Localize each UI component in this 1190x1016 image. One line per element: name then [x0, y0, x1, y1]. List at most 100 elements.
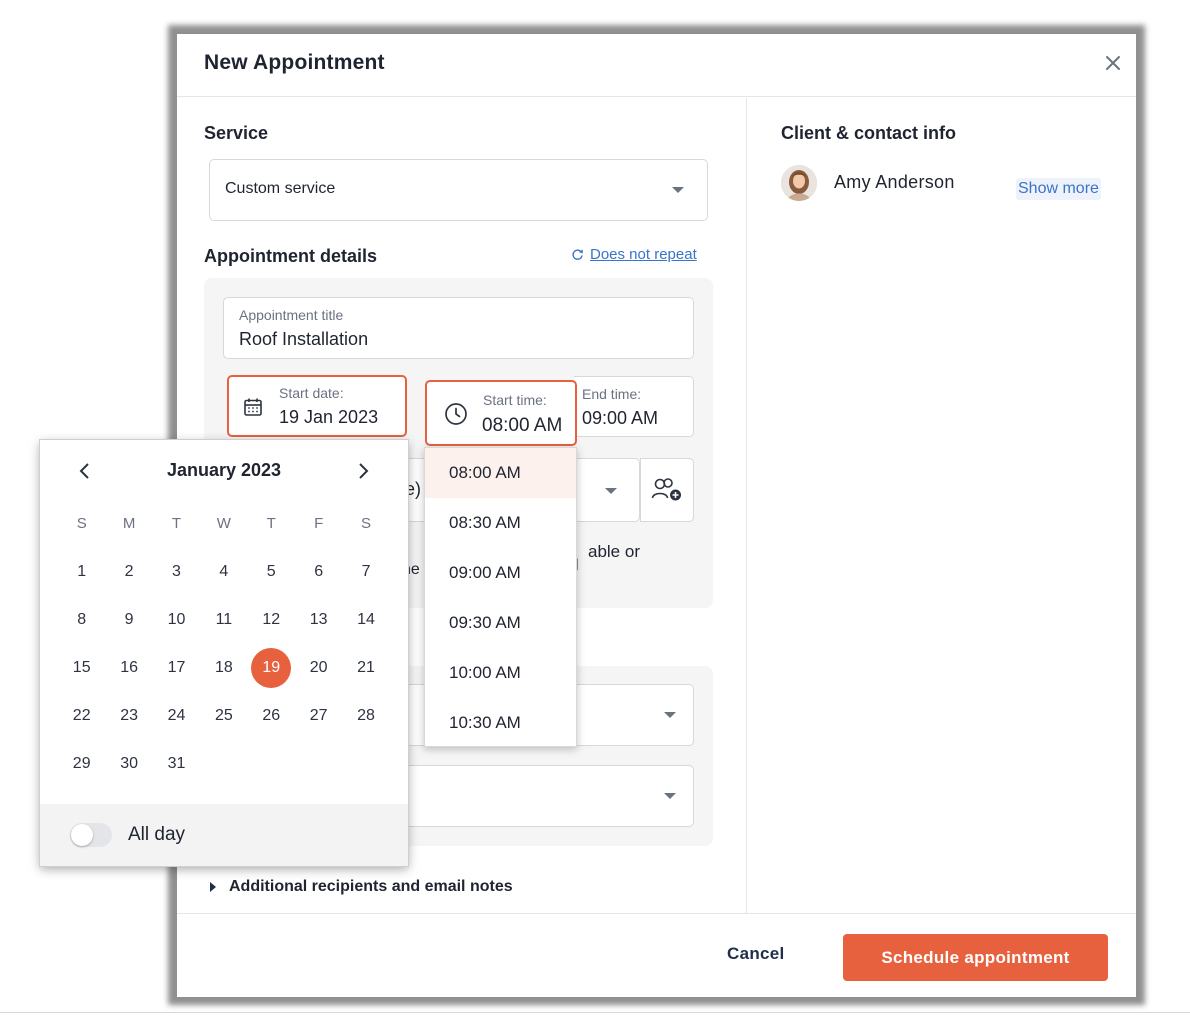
calendar-day-number: 14: [357, 611, 375, 628]
toggle-knob: [71, 824, 93, 846]
calendar-day-number: 12: [262, 611, 281, 628]
calendar-day[interactable]: 23: [105, 696, 152, 736]
calendar-day[interactable]: 2: [105, 552, 152, 592]
start-date-field[interactable]: Start date: 19 Jan 2023: [227, 375, 407, 437]
calendar-day-number: 18: [214, 659, 233, 676]
next-month-button[interactable]: [352, 460, 374, 482]
start-date-value: 19 Jan 2023: [279, 407, 379, 427]
end-time-field[interactable]: End time: 09:00 AM: [574, 376, 694, 437]
calendar-day-number: 5: [266, 563, 276, 580]
close-button[interactable]: [1102, 52, 1124, 74]
calendar-day[interactable]: 20: [295, 648, 342, 688]
service-value: Custom service: [225, 180, 336, 197]
calendar-day-number: 10: [167, 611, 186, 628]
calendar-day[interactable]: 26: [248, 696, 295, 736]
calendar-day[interactable]: 7: [342, 552, 389, 592]
calendar-day[interactable]: 15: [58, 648, 105, 688]
appointment-title-label: Appointment title: [239, 307, 344, 323]
calendar-day[interactable]: 29: [58, 744, 105, 784]
calendar-day[interactable]: 27: [295, 696, 342, 736]
calendar-empty-cell: [342, 744, 389, 784]
client-name: Amy Anderson: [834, 172, 955, 192]
schedule-appointment-button[interactable]: Schedule appointment: [843, 934, 1108, 981]
calendar-day-number: 11: [215, 611, 233, 628]
calendar-day[interactable]: 17: [153, 648, 200, 688]
calendar-day[interactable]: 30: [105, 744, 152, 784]
calendar-day-number: 26: [262, 707, 281, 724]
repeat-link-text: Does not repeat: [590, 246, 697, 263]
calendar-day[interactable]: 24: [153, 696, 200, 736]
chevron-down-icon: [664, 712, 676, 718]
end-time-value: 09:00 AM: [582, 408, 659, 428]
calendar-day[interactable]: 18: [200, 648, 247, 688]
calendar-day[interactable]: 28: [342, 696, 389, 736]
avatar: [781, 165, 817, 201]
calendar-grid: S M T W T F S 1 2 3 4 5 6 7 8 9 10 11 12 13 14 15 16 17 1…: [58, 500, 390, 788]
appointment-title-field[interactable]: Appointment title Roof Installation: [223, 297, 694, 359]
calendar-day-number: 30: [120, 755, 138, 772]
calendar-day[interactable]: 14: [342, 600, 389, 640]
calendar-day[interactable]: 21: [342, 648, 389, 688]
calendar-empty-cell: [295, 744, 342, 784]
repeat-icon: [572, 249, 583, 260]
start-time-field[interactable]: Start time: 08:00 AM: [425, 380, 577, 446]
add-person-icon: [651, 478, 681, 501]
time-option[interactable]: 10:30 AM: [425, 698, 576, 748]
weekday-label: S: [76, 515, 87, 532]
add-team-member-button[interactable]: [640, 458, 694, 522]
chevron-down-icon: [672, 187, 684, 193]
all-day-label: All day: [128, 824, 186, 845]
calendar-day-number: 21: [357, 659, 375, 676]
calendar-day[interactable]: 25: [200, 696, 247, 736]
calendar-day[interactable]: 13: [295, 600, 342, 640]
date-picker: January 2023 S M T W T F S 1 2 3 4 5 6 7 8 9 10 11…: [40, 440, 408, 866]
start-time-dropdown: 08:00 AM 08:30 AM 09:00 AM 09:30 AM 10:0…: [424, 447, 577, 747]
calendar-day-number: 7: [361, 563, 371, 580]
calendar-day-number: 27: [309, 707, 328, 724]
weekday-label: F: [314, 515, 324, 532]
cancel-button[interactable]: Cancel: [727, 944, 785, 964]
calendar-day[interactable]: 1: [58, 552, 105, 592]
service-select[interactable]: Custom service: [209, 159, 708, 221]
previous-month-button[interactable]: [74, 460, 96, 482]
calendar-day[interactable]: 12: [248, 600, 295, 640]
calendar-day[interactable]: 4: [200, 552, 247, 592]
caret-right-icon: [210, 882, 216, 892]
calendar-day[interactable]: 10: [153, 600, 200, 640]
additional-recipients-toggle[interactable]: Additional recipients and email notes: [209, 878, 513, 896]
time-option[interactable]: 09:30 AM: [425, 598, 576, 648]
calendar-day-number: 13: [309, 611, 328, 628]
calendar-week: 15 16 17 18 19 20 21: [58, 644, 390, 692]
calendar-day-number: 2: [124, 563, 134, 580]
calendar-day[interactable]: 3: [153, 552, 200, 592]
calendar-day[interactable]: 22: [58, 696, 105, 736]
calendar-day[interactable]: 9: [105, 600, 152, 640]
calendar-footer: All day: [40, 804, 408, 866]
start-time-value: 08:00 AM: [482, 415, 563, 436]
calendar-day[interactable]: 6: [295, 552, 342, 592]
calendar-day[interactable]: 11: [200, 600, 247, 640]
appointment-details-label: Appointment details: [204, 246, 378, 266]
calendar-day[interactable]: 19: [248, 648, 295, 688]
calendar-day[interactable]: 5: [248, 552, 295, 592]
weekday-header: S M T W T F S: [58, 500, 390, 548]
calendar-day-number: 24: [167, 707, 186, 724]
calendar-day[interactable]: 31: [153, 744, 200, 784]
weekday-label: M: [122, 515, 136, 532]
modal-footer: Cancel Schedule appointment: [177, 913, 1136, 997]
calendar-day[interactable]: 16: [105, 648, 152, 688]
clock-icon: [445, 403, 467, 425]
time-option[interactable]: 10:00 AM: [425, 648, 576, 698]
calendar-icon: [244, 398, 262, 416]
time-option[interactable]: 08:30 AM: [425, 498, 576, 548]
time-option[interactable]: 09:00 AM: [425, 548, 576, 598]
calendar-day-number: 6: [314, 563, 324, 580]
time-option[interactable]: 08:00 AM: [425, 448, 576, 498]
all-day-toggle[interactable]: [70, 823, 112, 847]
calendar-day-number: 4: [219, 563, 229, 580]
show-more-link[interactable]: Show more: [1016, 178, 1101, 200]
start-time-label: Start time:: [483, 392, 547, 408]
calendar-day[interactable]: 8: [58, 600, 105, 640]
repeat-link[interactable]: Does not repeat: [571, 246, 697, 263]
calendar-day-number: 23: [120, 707, 138, 724]
